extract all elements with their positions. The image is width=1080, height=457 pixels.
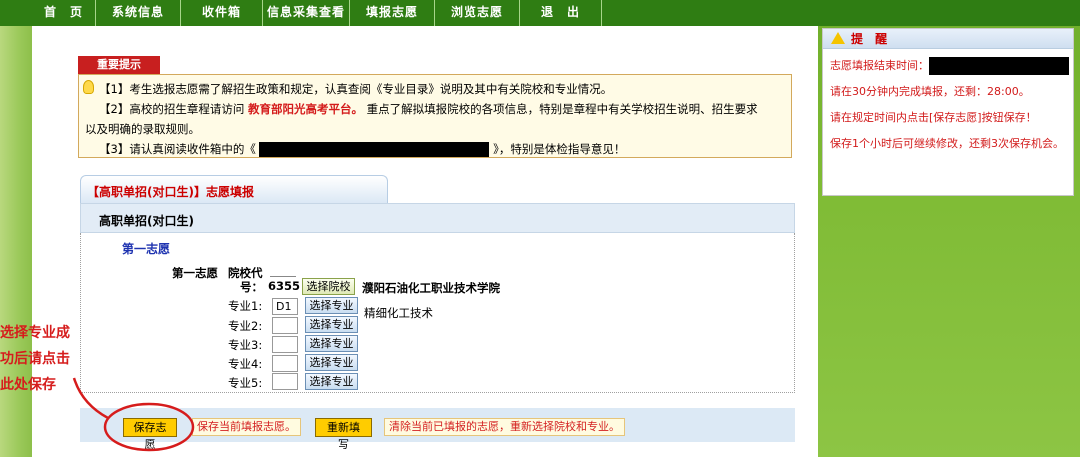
notice-line-2: 【2】高校的招生章程请访问 教育部阳光高考平台。 重点了解拟填报院校的各项信息，… <box>85 99 785 119</box>
sunshine-platform-link[interactable]: 教育部阳光高考平台。 <box>248 102 363 116</box>
first-choice-label: 第一志愿 <box>172 266 218 280</box>
annotation-line-3: 此处保存 <box>0 377 56 393</box>
major-2-input[interactable] <box>272 317 298 334</box>
major-4-input[interactable] <box>272 355 298 372</box>
save-hint: 保存当前填报志愿。 <box>192 418 301 436</box>
nav-system-info[interactable]: 系统信息 <box>96 0 181 26</box>
notice-tab: 重要提示 <box>78 56 160 74</box>
select-major-4-button[interactable]: 选择专业 <box>305 354 358 371</box>
form-tab-title: 【高职单招(对口生)】志愿填报 <box>80 175 388 203</box>
school-code-underline <box>270 276 296 277</box>
nav-info-collection[interactable]: 信息采集查看 <box>263 0 350 26</box>
reminder-countdown: 请在30分钟内完成填报，还剩：28:00。 <box>830 85 1030 98</box>
warning-icon <box>831 32 845 44</box>
nav-inbox[interactable]: 收件箱 <box>181 0 263 26</box>
choice-title: 第一志愿 <box>122 242 171 256</box>
major-3-input[interactable] <box>272 336 298 353</box>
reminder-save-count: 保存1个小时后可继续修改，还剩3次保存机会。 <box>830 137 1064 150</box>
major-3-label: 专业3: <box>228 338 263 352</box>
major-4-label: 专业4: <box>228 357 263 371</box>
notice-line-3: 【3】请认真阅读收件箱中的《 》，特别是体检指导意见！ <box>85 139 785 159</box>
select-major-2-button[interactable]: 选择专业 <box>305 316 358 333</box>
select-school-button[interactable]: 选择院校 <box>302 278 355 295</box>
notice-box: 【1】考生选报志愿需了解招生政策和规定，认真查阅《专业目录》说明及其中有关院校和… <box>78 74 792 158</box>
nav-logout[interactable]: 退 出 <box>520 0 602 26</box>
lightbulb-icon <box>83 80 94 94</box>
reminder-header: 提 醒 <box>823 29 1073 49</box>
nav-fill-choices[interactable]: 填报志愿 <box>350 0 435 26</box>
school-code-label-2: 号： <box>240 280 263 294</box>
redacted-block <box>259 142 490 157</box>
select-major-5-button[interactable]: 选择专业 <box>305 373 358 390</box>
major-5-label: 专业5: <box>228 376 263 390</box>
school-code-value[interactable]: 6355 <box>268 279 300 293</box>
reminder-panel: 提 醒 志愿填报结束时间： 请在30分钟内完成填报，还剩：28:00。 请在规定… <box>822 28 1074 196</box>
redacted-block <box>929 57 1069 75</box>
notice-line-2-text-b: 重点了解拟填报院校的各项信息，特别是章程中有关学校招生说明、招生要求 <box>366 102 758 116</box>
reminder-end-time-label: 志愿填报结束时间： <box>830 59 929 72</box>
annotation-text: 选择专业成 功后请点击 此处保存 <box>0 320 90 398</box>
reset-hint: 清除当前已填报的志愿，重新选择院校和专业。 <box>384 418 625 436</box>
notice-line-3-text-b: 》，特别是体检指导意见！ <box>493 142 626 156</box>
notice-line-3-text: 【3】请认真阅读收件箱中的《 <box>99 142 256 156</box>
reminder-title: 提 醒 <box>851 32 892 46</box>
major-5-input[interactable] <box>272 373 298 390</box>
major-1-input[interactable]: D1 <box>272 298 298 315</box>
select-major-1-button[interactable]: 选择专业 <box>305 297 358 314</box>
reminder-end-time: 志愿填报结束时间： <box>823 53 1073 79</box>
notice-line-2-cont: 以及明确的录取规则。 <box>85 122 200 136</box>
major-1-name: 精细化工技术 <box>364 306 433 320</box>
school-name: 濮阳石油化工职业技术学院 <box>362 281 500 295</box>
reminder-save-note: 请在规定时间内点击[保存志愿]按钮保存！ <box>830 111 1037 124</box>
annotation-line-1: 选择专业成 <box>0 325 70 341</box>
main-nav: 首 页 系统信息 收件箱 信息采集查看 填报志愿 浏览志愿 退 出 <box>32 0 602 26</box>
nav-browse-choices[interactable]: 浏览志愿 <box>435 0 520 26</box>
form-body <box>80 233 795 393</box>
nav-home[interactable]: 首 页 <box>32 0 96 26</box>
annotation-line-2: 功后请点击 <box>0 351 70 367</box>
reset-button[interactable]: 重新填写 <box>315 418 372 451</box>
form-section-header: 高职单招(对口生) <box>80 203 795 233</box>
save-choices-button[interactable]: 保存志愿 <box>123 418 177 451</box>
notice-line-1: 【1】考生选报志愿需了解招生政策和规定，认真查阅《专业目录》说明及其中有关院校和… <box>99 82 613 96</box>
major-1-label: 专业1: <box>228 299 263 313</box>
select-major-3-button[interactable]: 选择专业 <box>305 335 358 352</box>
major-2-label: 专业2: <box>228 319 263 333</box>
notice-line-2-text: 【2】高校的招生章程请访问 <box>99 102 245 116</box>
